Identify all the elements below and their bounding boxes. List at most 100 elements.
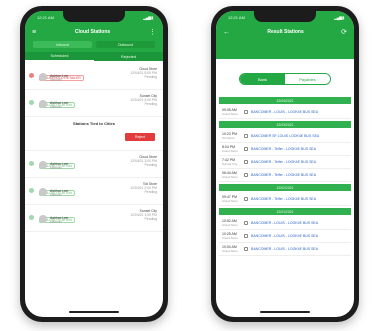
tabs: Scheduled Rejected	[25, 52, 163, 61]
toggle-bank[interactable]: Bank	[240, 74, 285, 84]
transaction-store: Cloud Store	[222, 249, 238, 253]
menu-icon[interactable]: ≡	[32, 29, 36, 36]
avatar	[39, 73, 47, 81]
transaction-row[interactable]: 10:25 AM Cloud Store BANCOMER - LOUIS - LO…	[219, 230, 351, 243]
row-checkbox[interactable]	[244, 110, 248, 114]
back-arrow-icon[interactable]: ←	[223, 29, 230, 36]
status-dot	[29, 73, 34, 78]
left-phone: 12:21 AM ▂▄▆ ▮ ≡ Cloud Stations ⋮ Inboun…	[20, 6, 168, 322]
list-item[interactable]: 1 CLOUD STATION Ashton Lee Member Cloud …	[25, 151, 163, 178]
row-checkbox[interactable]	[244, 134, 248, 138]
list-item[interactable]: 1 CLOUD STATION Ashton Lee Member Sunset…	[25, 205, 163, 232]
item-status: Pending	[144, 217, 157, 222]
row-checkbox[interactable]	[244, 147, 248, 151]
transaction-row[interactable]: 10:23 PM Toll Store BANCOMER SF LOUIS LOOK…	[219, 130, 351, 143]
transaction-link[interactable]: BANCOMER - Telfer - LOOK4E BUS SEA	[251, 197, 316, 201]
member-role: Member	[50, 105, 62, 109]
avatar	[39, 100, 47, 108]
nav-row: ← Result Stations ⟳	[216, 25, 354, 39]
page-title: Cloud Stations	[74, 29, 111, 35]
row-checkbox[interactable]	[244, 234, 248, 238]
item-status: Pending	[144, 163, 157, 168]
station-list: HOUSEHOLD RETAILER Ashton Lee Member Clo…	[25, 63, 163, 307]
transaction-row[interactable]: 8:04 PM Cloud Store BANCOMER - Telfer - LO…	[219, 143, 351, 156]
transaction-time-block: 7:42 PM Sunset City	[222, 158, 244, 166]
row-checkbox[interactable]	[244, 197, 248, 201]
transaction-row[interactable]: 7:42 PM Sunset City BANCOMER - Telfer - LO…	[219, 156, 351, 169]
date-section-header: 12/02/2021	[219, 184, 351, 191]
status-dot	[29, 215, 34, 220]
transaction-store: Cloud Store	[222, 149, 238, 153]
item-status: Pending	[144, 102, 157, 107]
transaction-row[interactable]: 09:47 PM Cloud Store BANCOMER - Telfer - L…	[219, 193, 351, 206]
item-details: Sunset City 12/04/21 1:00 PM Pending	[130, 209, 157, 222]
transaction-list: 12/04/2021 09:05 AM Cloud Store BANCOMER - …	[219, 95, 351, 256]
transaction-store: Cloud Store	[222, 223, 238, 227]
transaction-row[interactable]: 10:04 AM Cloud Store BANCOMER - LOUIS - LO…	[219, 243, 351, 256]
transaction-link[interactable]: BANCOMER - LOUIS - LOOK4E BUS SEA	[251, 247, 318, 251]
item-status: Pending	[144, 75, 157, 80]
toggle-payables[interactable]: Payables	[285, 74, 330, 84]
member-role: Member	[50, 220, 62, 224]
transaction-time-block: 09:47 PM Cloud Store	[222, 195, 244, 203]
transaction-time-block: 06:44 AM Cloud Store	[222, 171, 244, 179]
signal-icon: ▂▄▆ ▮	[334, 15, 344, 20]
transaction-time-block: 10:04 AM Cloud Store	[222, 245, 244, 253]
date-section-header: 12/01/2021	[219, 208, 351, 215]
transaction-link[interactable]: BANCOMER - LOUIS - LOOK4E BUS SEA	[251, 221, 318, 225]
transaction-store: Cloud Store	[222, 175, 238, 179]
transaction-row[interactable]: 06:44 AM Cloud Store BANCOMER - Telfer - L…	[219, 169, 351, 182]
refresh-icon[interactable]: ⟳	[341, 29, 347, 36]
row-checkbox[interactable]	[244, 221, 248, 225]
item-details: Sunset City 12/04/21 4:00 PM Pending	[130, 94, 157, 107]
transaction-time-block: 09:05 AM Cloud Store	[222, 108, 244, 116]
list-item[interactable]: 1 CLOUD STATION Ashton Lee Member Toll S…	[25, 178, 163, 205]
member-role: Member	[50, 193, 62, 197]
left-screen: 12:21 AM ▂▄▆ ▮ ≡ Cloud Stations ⋮ Inboun…	[25, 11, 163, 317]
status-dot	[29, 100, 34, 105]
segment-inbound[interactable]: Inbound	[33, 41, 92, 48]
tab-scheduled[interactable]: Scheduled	[25, 52, 94, 61]
transaction-store: Cloud Store	[222, 199, 238, 203]
right-phone: 12:21 AM ▂▄▆ ▮ ← Result Stations ⟳ Bank …	[211, 6, 359, 322]
transaction-link[interactable]: BANCOMER - Telfer - LOOK4E BUS SEA	[251, 160, 316, 164]
segment-row: Inbound Outbound	[25, 39, 163, 50]
banner-text: Stations Tied to Cities	[73, 121, 115, 126]
transaction-time-block: 10:52 AM Cloud Store	[222, 219, 244, 227]
toggle-row: Bank Payables	[216, 73, 354, 85]
status-time: 12:21 AM	[228, 15, 245, 20]
transaction-time-block: 10:25 AM Cloud Store	[222, 232, 244, 240]
item-details: Toll Store 12/04/21 2:00 PM Pending	[130, 182, 157, 195]
page-title: Result Stations	[267, 29, 304, 35]
segment-outbound[interactable]: Outbound	[96, 41, 155, 48]
member-role: Member	[50, 166, 62, 170]
transaction-store: Sunset City	[222, 162, 238, 166]
reject-button[interactable]: Reject	[125, 133, 155, 141]
notch	[63, 11, 125, 22]
row-checkbox[interactable]	[244, 173, 248, 177]
tab-rejected[interactable]: Rejected	[94, 52, 163, 61]
more-icon[interactable]: ⋮	[149, 29, 156, 36]
transaction-link[interactable]: BANCOMER - Telfer - LOOK4E BUS SEA	[251, 147, 316, 151]
row-checkbox[interactable]	[244, 247, 248, 251]
transaction-row[interactable]: 10:52 AM Cloud Store BANCOMER - LOUIS - LO…	[219, 217, 351, 230]
transaction-link[interactable]: BANCOMER - Telfer - LOOK4E BUS SEA	[251, 173, 316, 177]
avatar	[39, 161, 47, 169]
list-item[interactable]: 1 CLOUD STATION Ashton Lee Member Sunset…	[25, 90, 163, 117]
transaction-row[interactable]: 09:05 AM Cloud Store BANCOMER - LOUIS - LO…	[219, 106, 351, 119]
item-status: Pending	[144, 190, 157, 195]
stations-banner: Stations Tied to Cities Reject	[25, 117, 163, 151]
member-role: Member	[50, 78, 62, 82]
transaction-link[interactable]: BANCOMER - LOUIS - LOOK4E BUS SEA	[251, 234, 318, 238]
status-dot	[29, 188, 34, 193]
transaction-link[interactable]: BANCOMER - LOUIS - LOOK4E BUS SEA	[251, 110, 318, 114]
row-checkbox[interactable]	[244, 160, 248, 164]
transaction-time-block: 8:04 PM Cloud Store	[222, 145, 244, 153]
transaction-store: Toll Store	[222, 136, 235, 140]
item-details: Cloud Store 12/04/21 3:00 PM Pending	[130, 155, 157, 168]
list-item[interactable]: HOUSEHOLD RETAILER Ashton Lee Member Clo…	[25, 63, 163, 90]
right-screen: 12:21 AM ▂▄▆ ▮ ← Result Stations ⟳ Bank …	[216, 11, 354, 317]
transaction-time-block: 10:23 PM Toll Store	[222, 132, 244, 140]
transaction-link[interactable]: BANCOMER SF LOUIS LOOK4E BUS SEA	[251, 134, 319, 138]
date-section-header: 12/04/2021	[219, 97, 351, 104]
